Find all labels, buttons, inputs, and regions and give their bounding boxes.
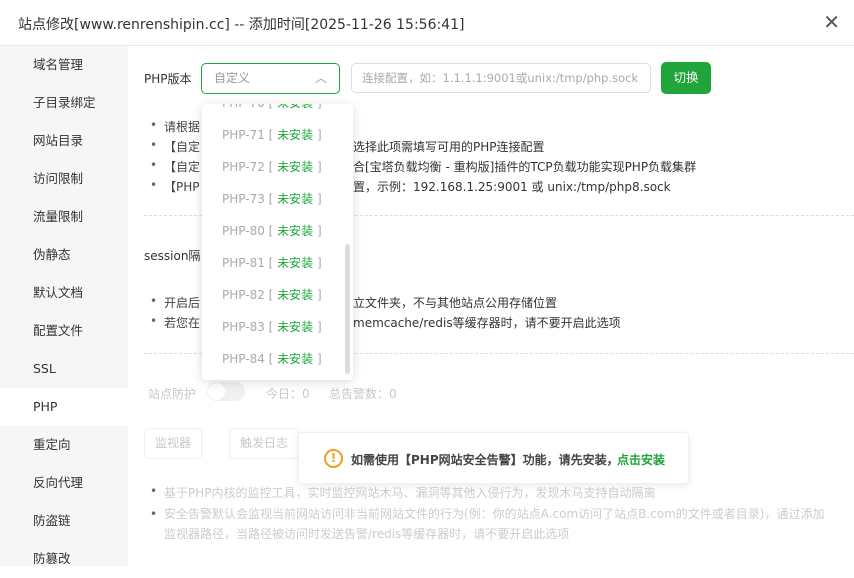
sidebar-item[interactable]: 重定向 xyxy=(0,426,128,464)
trigger-log-button[interactable]: 触发日志 xyxy=(229,428,300,459)
dialog-header: 站点修改[www.renrenshipin.cc] -- 添加时间[2025-1… xyxy=(0,0,854,46)
option-name: PHP-71 xyxy=(222,128,265,142)
tip-text: 开启后 xyxy=(150,294,200,311)
option-name: PHP-82 xyxy=(222,288,265,302)
protect-tip: 安全告警默认会监视当前网站访问非当前网站文件的行为(例：你的站点A.com访问了… xyxy=(150,504,834,544)
php-option[interactable]: PHP-82 [ 未安装 ] xyxy=(222,286,322,303)
sidebar-item[interactable]: PHP xyxy=(0,388,128,426)
sidebar-item[interactable]: 伪静态 xyxy=(0,236,128,274)
sidebar-item[interactable]: 访问限制 xyxy=(0,160,128,198)
php-option[interactable]: PHP-83 [ 未安装 ] xyxy=(222,318,322,335)
option-status: 未安装 xyxy=(277,192,314,206)
option-status: 未安装 xyxy=(277,104,313,110)
connection-config-input[interactable]: 连接配置，如：1.1.1.1:9001或unix:/tmp/php.sock xyxy=(351,63,651,93)
option-status: 未安装 xyxy=(277,256,314,270)
option-name: PHP-80 xyxy=(222,224,265,238)
sidebar: 域名管理 子目录绑定 网站目录 访问限制 流量限制 伪静态 默认文档 配置文件 SSL PHP 重定… xyxy=(0,46,128,566)
option-status: 未安装 xyxy=(277,160,314,174)
option-name: PHP-84 xyxy=(222,352,265,366)
tip-text-cont: 合[宝塔负载均衡 - 重构版]插件的TCP负载功能实现PHP负载集群 xyxy=(353,160,697,174)
tip-text: 【自定 xyxy=(150,138,200,155)
option-name: PHP-72 xyxy=(222,160,265,174)
php-option[interactable]: PHP-73 [ 未安装 ] xyxy=(222,190,322,207)
sidebar-item[interactable]: 防盗链 xyxy=(0,502,128,540)
php-version-select[interactable]: 自定义 ︿ xyxy=(201,63,340,94)
php-option[interactable]: PHP-80 [ 未安装 ] xyxy=(222,222,322,239)
close-icon[interactable]: ✕ xyxy=(823,10,840,34)
sidebar-item[interactable]: 网站目录 xyxy=(0,122,128,160)
tip-text-cont: 选择此项需填写可用的PHP连接配置 xyxy=(353,140,545,154)
php-option[interactable]: PHP-84 [ 未安装 ] xyxy=(222,350,322,367)
dropdown-scrollbar[interactable] xyxy=(345,244,350,374)
sidebar-item[interactable]: 流量限制 xyxy=(0,198,128,236)
site-protect-toggle[interactable] xyxy=(207,382,245,401)
sidebar-item[interactable]: 反向代理 xyxy=(0,464,128,502)
sidebar-item[interactable]: 默认文档 xyxy=(0,274,128,312)
php-settings-panel: PHP版本 自定义 ︿ 连接配置，如：1.1.1.1:9001或unix:/tmp… xyxy=(128,46,854,566)
install-toast: ! 如需使用【PHP网站安全告警】功能，请先安装， 点击安装 xyxy=(298,432,689,484)
today-count: 今日：0 xyxy=(266,387,310,401)
warning-icon: ! xyxy=(324,449,343,468)
option-status: 未安装 xyxy=(277,320,314,334)
tip-text: 若您在 xyxy=(150,314,200,331)
option-status: 未安装 xyxy=(277,288,314,302)
option-name: PHP-81 xyxy=(222,256,265,270)
option-name: PHP-73 xyxy=(222,192,265,206)
dialog-title: 站点修改[www.renrenshipin.cc] -- 添加时间[2025-1… xyxy=(18,17,465,33)
chevron-up-icon: ︿ xyxy=(314,71,327,85)
site-protect-label: 站点防护 xyxy=(148,387,197,401)
php-option[interactable]: PHP-72 [ 未安装 ] xyxy=(222,158,322,175)
php-version-label: PHP版本 xyxy=(144,72,192,86)
tip-text: 【PHP xyxy=(150,178,199,195)
php-option[interactable]: PHP-70 [ 未安装 ] xyxy=(222,104,322,111)
option-status: 未安装 xyxy=(277,128,314,142)
total-alerts: 总告警数：0 xyxy=(329,387,397,401)
sidebar-item[interactable]: SSL xyxy=(0,350,128,388)
tip-text-cont: memcache/redis等缓存器时，请不要开启此选项 xyxy=(353,316,621,330)
tip-text: 请根据 xyxy=(150,118,200,135)
php-option[interactable]: PHP-81 [ 未安装 ] xyxy=(222,254,322,271)
selected-value: 自定义 xyxy=(214,71,251,85)
tip-text-cont: 置，示例：192.168.1.25:9001 或 unix:/tmp/php8.… xyxy=(353,180,671,194)
sidebar-item[interactable]: 域名管理 xyxy=(0,46,128,84)
protect-tip: 基于PHP内核的监控工具，实时监控网站木马、漏洞等其他入侵行为，发现木马支持自动… xyxy=(150,484,655,501)
sidebar-item[interactable]: 防篡改 xyxy=(0,540,128,578)
sidebar-item[interactable]: 子目录绑定 xyxy=(0,84,128,122)
php-option[interactable]: PHP-71 [ 未安装 ] xyxy=(222,126,322,143)
tip-text: 【自定 xyxy=(150,158,200,175)
install-link[interactable]: 点击安装 xyxy=(617,451,665,468)
sidebar-item[interactable]: 配置文件 xyxy=(0,312,128,350)
switch-button[interactable]: 切换 xyxy=(661,62,711,94)
option-status: 未安装 xyxy=(277,224,314,238)
tip-text-cont: 立文件夹，不与其他站点公用存储位置 xyxy=(353,296,558,310)
session-label: session隔 xyxy=(144,249,201,263)
php-version-dropdown: PHP-70 [ 未安装 ] PHP-71 [ 未安装 ] PHP-72 [ 未安装… xyxy=(202,104,353,380)
monitor-button[interactable]: 监视器 xyxy=(144,428,203,459)
option-name: PHP-70 xyxy=(222,104,265,110)
option-status: 未安装 xyxy=(277,352,314,366)
toast-message: 如需使用【PHP网站安全告警】功能，请先安装， xyxy=(351,453,619,467)
option-name: PHP-83 xyxy=(222,320,265,334)
